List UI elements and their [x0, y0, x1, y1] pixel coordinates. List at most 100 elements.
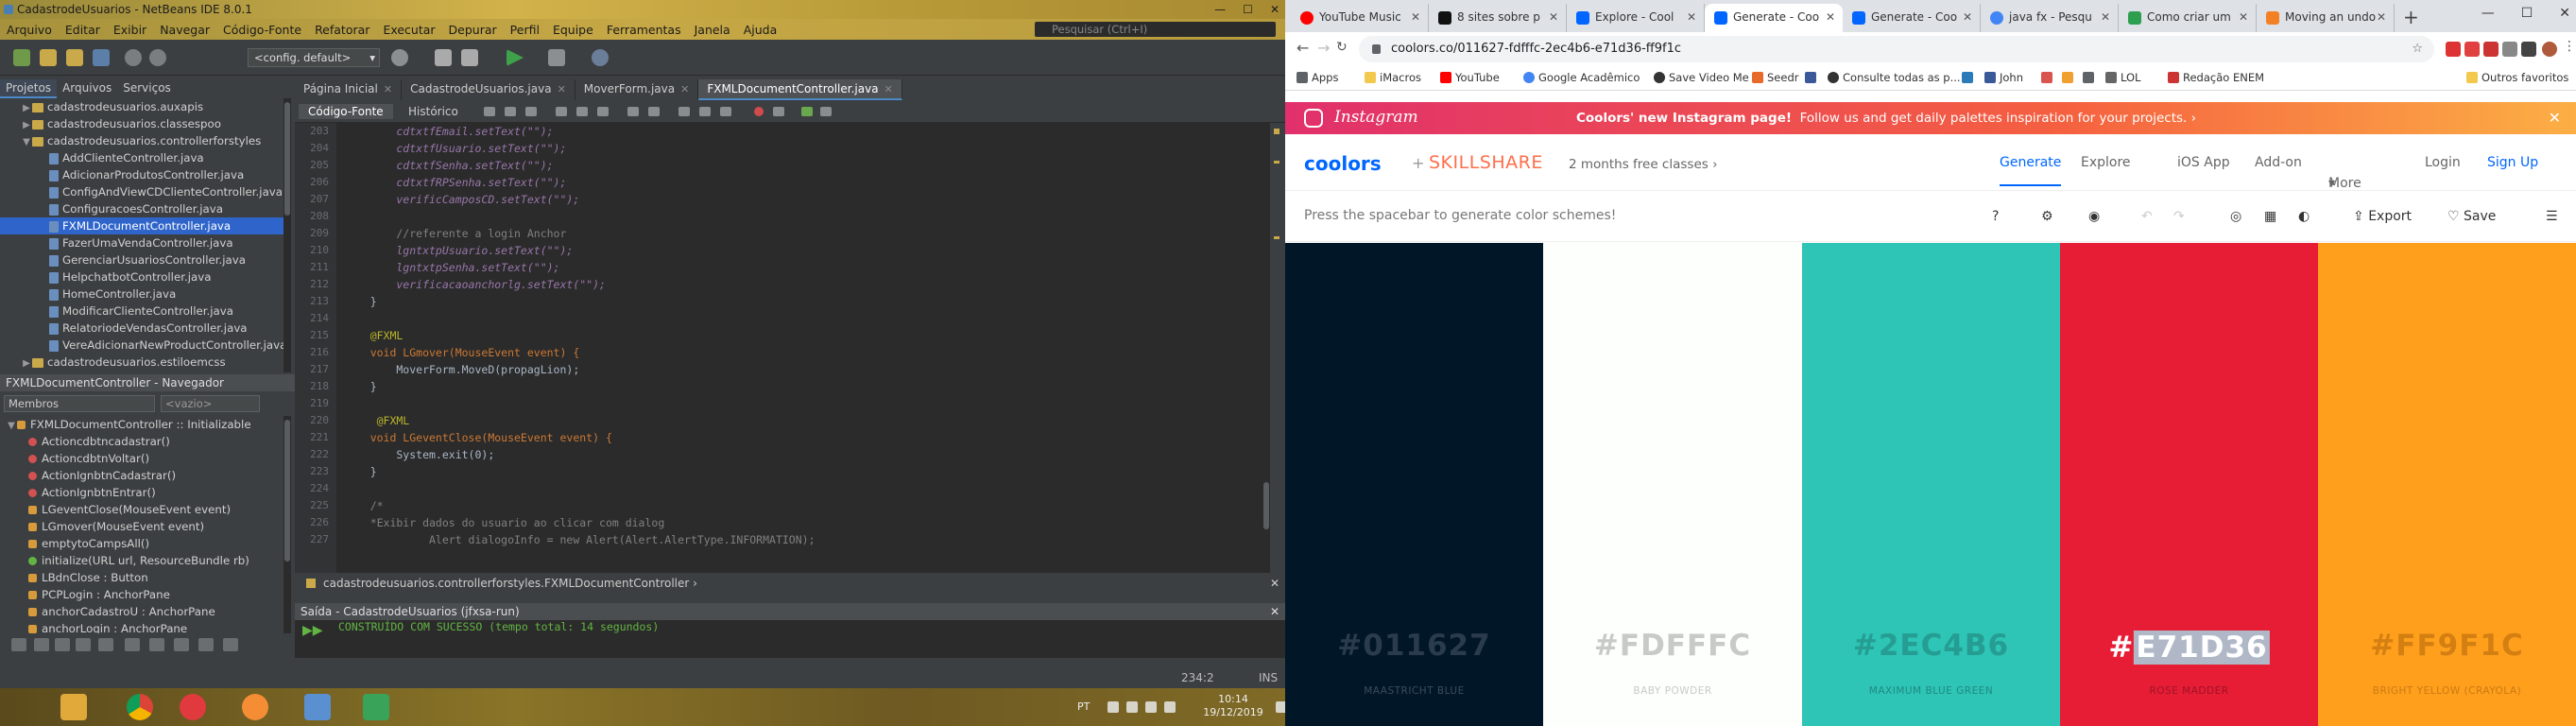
code-line[interactable]	[336, 395, 1262, 412]
code-line[interactable]: System.exit(0);	[336, 446, 1262, 463]
sort-source-icon[interactable]	[149, 638, 164, 651]
filter-static-icon[interactable]	[55, 638, 70, 651]
close-icon[interactable]: ✕	[2549, 109, 2561, 127]
tree-item[interactable]: GerenciarUsuariosController.java	[0, 251, 283, 268]
open-project-icon[interactable]	[66, 49, 83, 66]
close-icon[interactable]: ✕	[1270, 603, 1279, 620]
close-icon[interactable]: ✕	[1826, 4, 1835, 30]
output-title[interactable]: Saída - CadastrodeUsuarios (jfxsa-run)	[301, 605, 520, 618]
uncomment-icon[interactable]	[820, 107, 832, 116]
minimize-button[interactable]: —	[1214, 0, 1226, 19]
ide-search-input[interactable]: Pesquisar (Ctrl+I)	[1035, 22, 1276, 37]
code-line[interactable]	[336, 480, 1262, 497]
menu-ajuda[interactable]: Ajuda	[737, 23, 784, 37]
find-next-icon[interactable]	[576, 107, 588, 116]
browser-tab[interactable]: Como criar um ✕	[2119, 4, 2257, 32]
tree-item[interactable]: ModificarClienteController.java	[0, 302, 283, 320]
tree-item[interactable]: VereAdicionarNewProductController.java	[0, 337, 286, 354]
tree-item[interactable]: AddClienteController.java	[0, 149, 283, 166]
prev-bookmark-icon[interactable]	[678, 107, 690, 116]
menu-editar[interactable]: Editar	[59, 23, 107, 37]
tab-cadastrodeusuarios[interactable]: CadastrodeUsuarios.java ✕	[402, 79, 575, 100]
code-line[interactable]: cdtxtfUsuario.setText("");	[336, 140, 1262, 157]
address-bar[interactable]: coolors.co/011627-fdfffc-2ec4b6-e71d36-f…	[1359, 36, 2434, 62]
browser-tab[interactable]: java fx - Pesqu ✕	[1981, 4, 2119, 32]
undo-icon[interactable]	[125, 49, 142, 66]
undo-icon[interactable]: ↶	[2141, 209, 2153, 224]
scrollbar-thumb[interactable]	[284, 420, 290, 562]
extension-icon[interactable]	[2446, 42, 2461, 57]
tab-historico[interactable]: Histórico	[399, 104, 468, 119]
notifications-icon[interactable]	[1276, 701, 1285, 713]
nav-ios-app[interactable]: iOS App	[2177, 155, 2230, 170]
menu-executar[interactable]: Executar	[376, 23, 441, 37]
coolors-logo[interactable]: coolors	[1304, 152, 1382, 175]
hex-code[interactable]: #011627	[1285, 629, 1543, 663]
bookmark-john[interactable]: John	[1984, 70, 2023, 85]
chevron-up-icon[interactable]	[1108, 701, 1119, 713]
code-editor[interactable]: cdtxtfEmail.setText(""); cdtxtfUsuario.s…	[336, 123, 1262, 573]
close-icon[interactable]: ✕	[1549, 4, 1558, 30]
hex-code[interactable]: #FDFFFC	[1543, 629, 1802, 663]
close-window-button[interactable]: ✕	[1270, 0, 1279, 19]
settings-icon[interactable]: ⚙	[2041, 209, 2053, 224]
back-icon[interactable]	[505, 107, 516, 116]
hex-code[interactable]: #FF9F1C	[2318, 629, 2576, 663]
close-icon[interactable]: ✕	[1411, 4, 1420, 30]
code-line[interactable]: lgntxtpUsuario.setText("");	[336, 242, 1262, 259]
debug-icon[interactable]	[548, 49, 565, 66]
close-icon[interactable]: ✕	[680, 83, 689, 95]
warning-marker[interactable]	[1274, 129, 1279, 134]
code-line[interactable]: void LGmover(MouseEvent event) {	[336, 344, 1262, 361]
forward-icon[interactable]: →	[1317, 39, 1330, 57]
reload-icon[interactable]: ↻	[1336, 40, 1348, 55]
extension-icon[interactable]	[2521, 42, 2536, 57]
signup-link[interactable]: Sign Up	[2487, 155, 2538, 170]
clean-build-icon[interactable]	[461, 49, 478, 66]
color-swatch[interactable]: #011627 Maastricht Blue	[1285, 243, 1543, 726]
menu-arquivo[interactable]: Arquivo	[0, 23, 59, 37]
navigator-scrollbar[interactable]	[283, 416, 291, 633]
code-line[interactable]: //referente a login Anchor	[336, 225, 1262, 242]
list-item[interactable]: LBdnClose : Button	[0, 569, 283, 586]
clock[interactable]: 10:14 19/12/2019	[1200, 693, 1266, 719]
export-button[interactable]: ⇪ Export	[2353, 209, 2412, 224]
file-explorer-icon[interactable]	[60, 694, 87, 720]
close-icon[interactable]: ✕	[558, 83, 566, 95]
browser-tab[interactable]: Moving an undo ✕	[2257, 4, 2395, 32]
browser-tab[interactable]: Explore - Cool ✕	[1567, 4, 1705, 32]
menu-perfil[interactable]: Perfil	[504, 23, 546, 37]
close-icon[interactable]: ✕	[2377, 4, 2386, 30]
hamburger-menu-icon[interactable]: ☰	[2546, 209, 2558, 224]
menu-ferramentas[interactable]: Ferramentas	[600, 23, 688, 37]
color-swatch[interactable]: #2EC4B6 Maximum Blue Green	[1802, 243, 2060, 726]
menu-navegar[interactable]: Navegar	[153, 23, 216, 37]
color-swatch[interactable]: #FDFFFC Baby Powder	[1543, 243, 1802, 726]
minimize-button[interactable]: —	[2482, 6, 2495, 21]
new-tab-button[interactable]: +	[2403, 6, 2419, 28]
list-item[interactable]: ▼ FXMLDocumentController :: Initializable	[0, 416, 283, 433]
help-icon[interactable]: ?	[1992, 209, 1999, 224]
tab-arquivos[interactable]: Arquivos	[57, 79, 117, 98]
browser-tab[interactable]: YouTube Music ✕	[1291, 4, 1429, 32]
close-icon[interactable]: ✕	[2239, 4, 2248, 30]
warning-marker[interactable]	[1274, 161, 1279, 164]
forward-icon[interactable]	[525, 107, 537, 116]
tree-item[interactable]: AdicionarProdutosController.java	[0, 166, 283, 183]
redo-icon[interactable]	[149, 49, 166, 66]
save-button[interactable]: ♡ Save	[2447, 209, 2496, 224]
toggle-bookmark-icon[interactable]	[720, 107, 731, 116]
tab-codigo-fonte[interactable]: Código-Fonte	[299, 104, 393, 119]
close-icon[interactable]: ✕	[1270, 575, 1279, 592]
tree-item[interactable]: RelatoriodeVendasController.java	[0, 320, 283, 337]
code-line[interactable]: }	[336, 293, 1262, 310]
skillshare-logo[interactable]: SKILLSHARE	[1429, 152, 1543, 173]
avatar[interactable]	[2542, 42, 2557, 57]
list-item[interactable]: LGmover(MouseEvent event)	[0, 518, 283, 535]
close-icon[interactable]: ✕	[1963, 4, 1972, 30]
maximize-button[interactable]: ☐	[2521, 6, 2533, 21]
virtualbox-icon[interactable]	[304, 694, 331, 720]
tree-item[interactable]: ConfigAndViewCDClienteController.java	[0, 183, 283, 200]
list-item[interactable]: LGeventClose(MouseEvent event)	[0, 501, 283, 518]
extension-icon[interactable]	[2502, 42, 2517, 57]
